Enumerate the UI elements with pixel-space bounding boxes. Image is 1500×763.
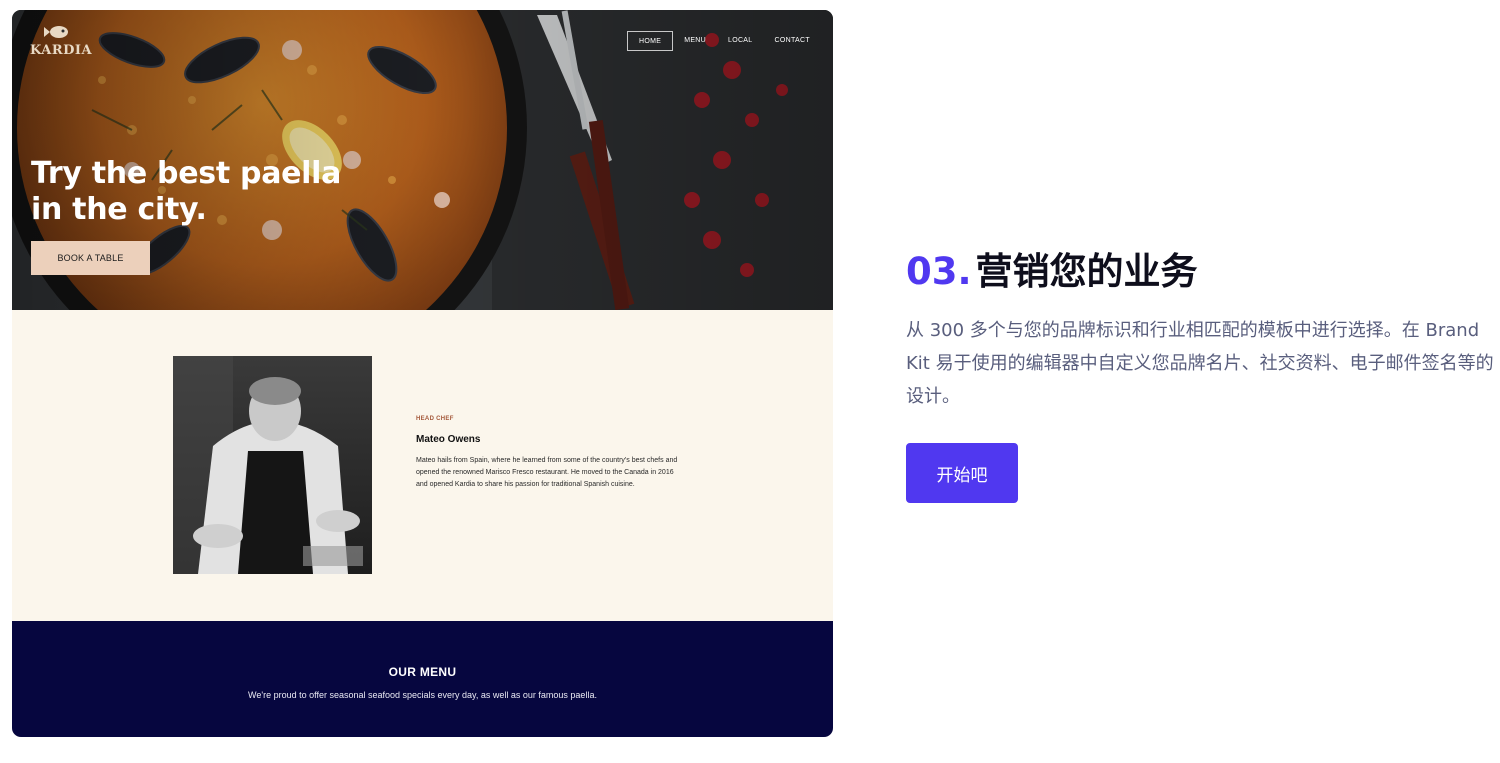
hero-title-line-1: Try the best paella bbox=[31, 156, 342, 191]
nav-home[interactable]: HOME bbox=[627, 31, 674, 51]
feature-heading: 03. 营销您的业务 bbox=[906, 248, 1198, 296]
kardia-logo[interactable]: KARDIA bbox=[30, 24, 93, 58]
chef-section: HEAD CHEF Mateo Owens Mateo hails from S… bbox=[12, 310, 833, 621]
menu-title: OUR MENU bbox=[388, 665, 457, 679]
get-started-button[interactable]: 开始吧 bbox=[906, 443, 1018, 503]
menu-subtitle: We're proud to offer seasonal seafood sp… bbox=[248, 690, 597, 700]
nav-menu[interactable]: MENU bbox=[673, 31, 717, 51]
website-template-preview: KARDIA HOME MENU LOCAL CONTACT Try the b… bbox=[12, 10, 833, 737]
chef-name: Mateo Owens bbox=[416, 434, 481, 445]
nav-local[interactable]: LOCAL bbox=[717, 31, 763, 51]
fish-icon bbox=[44, 26, 68, 38]
nav-contact[interactable]: CONTACT bbox=[763, 31, 820, 51]
menu-section: OUR MENU We're proud to offer seasonal s… bbox=[12, 621, 833, 737]
feature-title: 营销您的业务 bbox=[975, 250, 1198, 293]
logo-text: KARDIA bbox=[30, 43, 93, 58]
top-nav: HOME MENU LOCAL CONTACT bbox=[627, 31, 821, 51]
hero-title-line-2: in the city. bbox=[31, 192, 207, 227]
hero-title: Try the best paella in the city. bbox=[31, 156, 431, 228]
step-number: 03. bbox=[906, 250, 972, 293]
feature-description: 从 300 多个与您的品牌标识和行业相匹配的模板中进行选择。在 Brand Ki… bbox=[906, 320, 1494, 407]
hero-section: KARDIA HOME MENU LOCAL CONTACT Try the b… bbox=[12, 10, 833, 310]
chef-photo bbox=[173, 356, 372, 574]
chef-role-label: HEAD CHEF bbox=[416, 416, 454, 422]
book-a-table-button[interactable]: BOOK A TABLE bbox=[31, 241, 150, 275]
chef-bio: Mateo hails from Spain, where he learned… bbox=[416, 457, 678, 488]
